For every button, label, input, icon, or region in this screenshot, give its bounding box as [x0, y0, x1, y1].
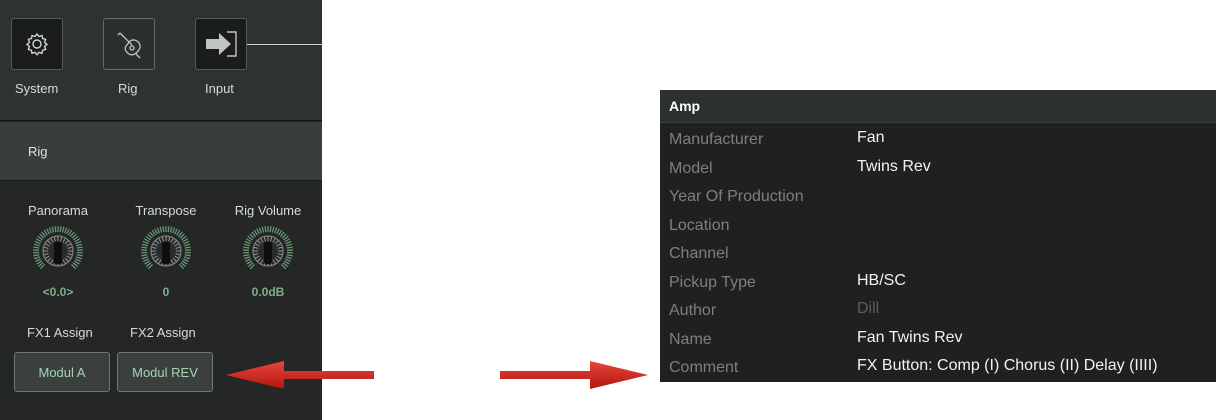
gear-icon — [25, 32, 49, 56]
left-pointing-arrow — [226, 361, 374, 389]
panorama-label: Panorama — [28, 203, 88, 218]
amp-info-table: Amp Manufacturer Fan Model Twins Rev Yea… — [660, 90, 1216, 382]
model-key: Model — [669, 160, 713, 177]
toolbar-connector-line — [247, 44, 322, 45]
input-arrow-icon — [206, 31, 237, 57]
manufacturer-value[interactable]: Fan — [857, 129, 885, 147]
divider — [0, 120, 322, 121]
name-key: Name — [669, 331, 712, 348]
author-key: Author — [669, 302, 717, 319]
manufacturer-key: Manufacturer — [669, 131, 764, 148]
location-key: Location — [669, 217, 730, 234]
rig-volume-label: Rig Volume — [234, 203, 302, 218]
amp-title: Amp — [669, 98, 701, 114]
transpose-label: Transpose — [135, 203, 197, 218]
toolbar: System Rig Input — [0, 0, 322, 120]
section-title: Rig — [28, 144, 48, 159]
channel-key: Channel — [669, 245, 729, 262]
pickup-type-value[interactable]: HB/SC — [857, 272, 906, 290]
rig-button[interactable] — [103, 18, 155, 70]
panorama-value: <0.0> — [42, 285, 74, 299]
author-value[interactable]: Dill — [857, 300, 879, 318]
fx2-assign-label: FX2 Assign — [130, 325, 196, 340]
section-header — [0, 122, 322, 180]
guitar-icon — [117, 32, 141, 59]
pickup-type-key: Pickup Type — [669, 274, 756, 291]
comment-key: Comment — [669, 359, 739, 376]
rig-label: Rig — [118, 81, 138, 96]
input-label: Input — [205, 81, 234, 96]
system-button[interactable] — [11, 18, 63, 70]
fx1-assign-label: FX1 Assign — [27, 325, 93, 340]
divider — [0, 180, 322, 181]
year-of-production-key: Year Of Production — [669, 188, 804, 205]
transpose-value: 0 — [162, 285, 170, 299]
fx1-assign-button[interactable]: Modul A — [14, 352, 110, 392]
name-value[interactable]: Fan Twins Rev — [857, 329, 963, 347]
model-value[interactable]: Twins Rev — [857, 158, 931, 176]
right-pointing-arrow — [500, 361, 648, 389]
system-label: System — [15, 81, 59, 96]
input-button[interactable] — [195, 18, 247, 70]
rig-volume-knob[interactable] — [242, 225, 294, 277]
rig-volume-value: 0.0dB — [251, 285, 285, 299]
panorama-knob[interactable] — [32, 225, 84, 277]
transpose-knob[interactable] — [140, 225, 192, 277]
rig-panel: System Rig Input Rig Panorama Transpose … — [0, 0, 322, 420]
comment-value[interactable]: FX Button: Comp (I) Chorus (II) Delay (I… — [857, 357, 1158, 375]
fx2-assign-button[interactable]: Modul REV — [117, 352, 213, 392]
amp-header: Amp — [660, 90, 1216, 123]
